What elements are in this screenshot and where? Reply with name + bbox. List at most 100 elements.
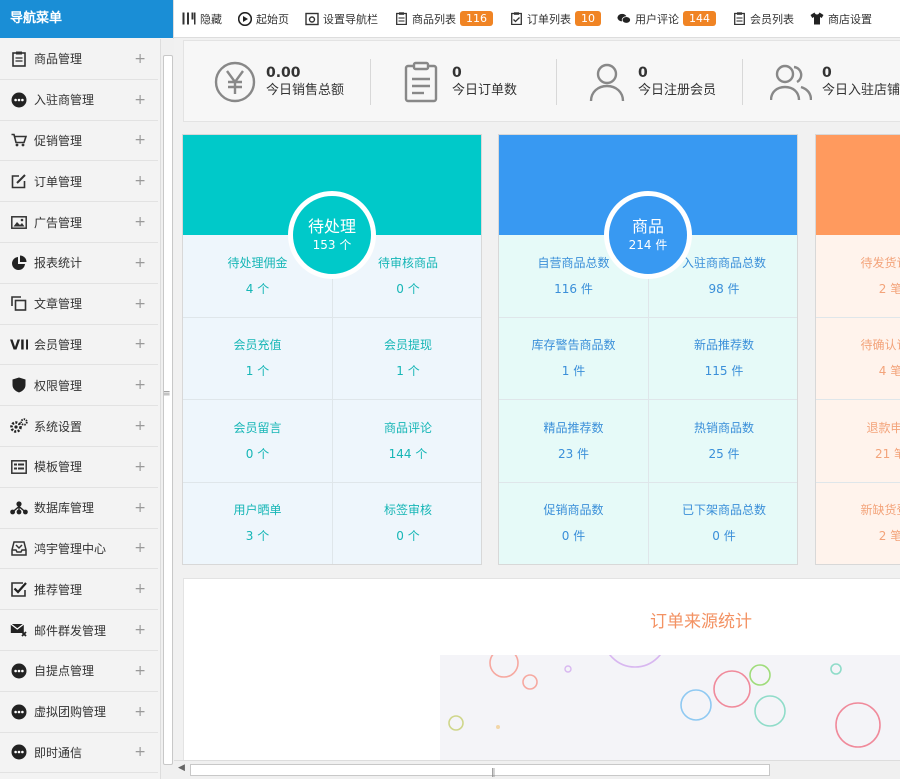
expand-plus-icon[interactable]: + — [134, 51, 146, 67]
mail-icon — [10, 621, 28, 639]
card-cell[interactable]: 标签审核 0 个 — [333, 483, 481, 565]
sidebar-item-members[interactable]: VIP 会员管理 + — [0, 325, 158, 366]
toolbar-label: 设置导航栏 — [323, 12, 378, 26]
expand-plus-icon[interactable]: + — [134, 663, 146, 679]
horizontal-scrollbar[interactable]: ◀ ‖ — [174, 760, 900, 779]
card-grid: 自营商品总数 116 件 入驻商商品总数 98 件 库存警告商品数 1 件 新品推荐数… — [499, 235, 797, 565]
card-cell[interactable]: 会员提现 1 个 — [333, 318, 481, 400]
expand-plus-icon[interactable]: + — [134, 581, 146, 597]
card-cell[interactable]: 会员留言 0 个 — [183, 400, 333, 483]
image-icon — [10, 213, 28, 231]
sidebar-item-orders[interactable]: 订单管理 + — [0, 161, 158, 203]
sidebar-item-settings[interactable]: 系统设置 + — [0, 406, 158, 447]
card-cell[interactable]: 会员充值 1 个 — [183, 317, 333, 400]
order-list-button[interactable]: 订单列表 10 — [509, 11, 601, 27]
sidebar-item-recommend[interactable]: 推荐管理 + — [0, 569, 158, 611]
today-stats-bar: 0.00 今日销售总额 0 今日订单数 0 今日注册会员 0 今日入驻店铺 — [183, 40, 900, 122]
cell-value: 4 个 — [245, 281, 270, 296]
expand-plus-icon[interactable]: + — [134, 255, 146, 271]
pending-card: 待处理 153 个 待处理佣金 4 个 待审核商品 0 个 会员充值 1 个 会员提现… — [182, 134, 482, 565]
sidebar-item-group-buy[interactable]: 虚拟团购管理 + — [0, 692, 158, 733]
horizontal-scroll-thumb[interactable]: ‖ — [190, 764, 770, 778]
pending-summary-circle[interactable]: 待处理 153 个 — [288, 191, 376, 279]
sidebar-item-label: 推荐管理 — [34, 582, 83, 597]
member-list-button[interactable]: 会员列表 — [732, 11, 794, 27]
card-cell[interactable]: 促销商品数 0 件 — [499, 482, 649, 564]
chat-bubble-icon — [10, 703, 28, 721]
sidebar-item-goods[interactable]: 商品管理 + — [0, 39, 158, 80]
vip-icon: VIP — [10, 335, 28, 353]
sidebar-item-articles[interactable]: 文章管理 + — [0, 284, 158, 325]
cell-label: 已下架商品总数 — [681, 503, 766, 518]
stat-divider — [556, 59, 557, 105]
orders-card: 待发货订单 2 笔 待确认订单 4 笔 退款申请 21 笔 新缺货登记 2 笔 — [815, 134, 900, 565]
set-nav-button[interactable]: 设置导航栏 — [305, 11, 378, 27]
card-cell[interactable]: 新缺货登记 2 笔 — [816, 483, 900, 565]
chat-bubble-icon — [10, 743, 28, 761]
list-icon — [732, 12, 746, 26]
expand-plus-icon[interactable]: + — [134, 336, 146, 352]
scroll-left-arrow-icon[interactable]: ◀ — [178, 763, 185, 773]
card-cell[interactable]: 热销商品数 25 件 — [649, 400, 797, 483]
stat-today-members: 0 今日注册会员 — [586, 59, 716, 105]
cell-label: 待发货订单 — [860, 255, 900, 270]
sidebar-scrollbar[interactable] — [160, 39, 174, 779]
sidebar-item-pickup[interactable]: 自提点管理 + — [0, 651, 158, 692]
sidebar-item-permissions[interactable]: 权限管理 + — [0, 365, 158, 407]
expand-plus-icon[interactable]: + — [134, 214, 146, 230]
card-cell[interactable]: 已下架商品总数 0 件 — [649, 483, 797, 565]
card-cell[interactable]: 待确认订单 4 笔 — [816, 318, 900, 400]
expand-plus-icon[interactable]: + — [134, 744, 146, 760]
sidebar-item-ads[interactable]: 广告管理 + — [0, 202, 158, 243]
expand-plus-icon[interactable]: + — [134, 540, 146, 556]
sidebar-scroll-thumb[interactable] — [163, 55, 173, 765]
gears-icon — [10, 417, 28, 435]
card-cell[interactable]: 用户晒单 3 个 — [183, 482, 333, 564]
sidebar-item-reports[interactable]: 报表统计 + — [0, 243, 158, 284]
card-cell[interactable]: 待发货订单 2 笔 — [816, 235, 900, 318]
goods-summary-circle[interactable]: 商品 214 件 — [604, 191, 692, 279]
expand-plus-icon[interactable]: + — [134, 296, 146, 312]
expand-plus-icon[interactable]: + — [134, 704, 146, 720]
sidebar-item-database[interactable]: 数据库管理 + — [0, 488, 158, 529]
expand-plus-icon[interactable]: + — [134, 92, 146, 108]
card-cell[interactable]: 库存警告商品数 1 件 — [499, 317, 649, 400]
cell-value: 0 件 — [561, 529, 586, 544]
comments-icon — [617, 12, 631, 26]
settings-tab-icon — [305, 12, 319, 26]
expand-plus-icon[interactable]: + — [134, 459, 146, 475]
sidebar-item-mailing[interactable]: 邮件群发管理 + — [0, 610, 158, 651]
card-cell[interactable]: 新品推荐数 115 件 — [649, 318, 797, 400]
card-cell[interactable]: 退款申请 21 笔 — [816, 400, 900, 483]
shirt-icon — [810, 12, 824, 26]
expand-plus-icon[interactable]: + — [134, 418, 146, 434]
card-cell[interactable]: 商品评论 144 个 — [333, 400, 481, 483]
sidebar-item-label: 自提点管理 — [34, 664, 95, 679]
cell-label: 待确认订单 — [860, 338, 900, 353]
expand-plus-icon[interactable]: + — [134, 500, 146, 516]
sidebar-item-merchants[interactable]: 入驻商管理 + — [0, 80, 158, 121]
expand-plus-icon[interactable]: + — [134, 132, 146, 148]
home-page-button[interactable]: 起始页 — [238, 11, 289, 27]
cell-value: 0 个 — [396, 281, 420, 296]
hide-sidebar-button[interactable]: 隐藏 — [182, 11, 222, 27]
stat-value: 0.00 — [266, 65, 301, 81]
expand-plus-icon[interactable]: + — [134, 377, 146, 393]
sidebar-item-hongyu-center[interactable]: 鸿宇管理中心 + — [0, 529, 158, 570]
expand-plus-icon[interactable]: + — [134, 173, 146, 189]
inbox-icon — [10, 539, 28, 557]
sidebar-item-label: 商品管理 — [34, 52, 83, 67]
cell-label: 库存警告商品数 — [531, 338, 616, 353]
store-settings-button[interactable]: 商店设置 — [810, 11, 872, 27]
order-count-badge: 10 — [575, 11, 601, 26]
sidebar-item-im[interactable]: 即时通信 + — [0, 733, 158, 774]
cell-value: 144 个 — [388, 446, 428, 461]
stat-value: 0 — [452, 65, 462, 81]
user-comments-button[interactable]: 用户评论 144 — [617, 11, 716, 27]
goods-list-button[interactable]: 商品列表 116 — [394, 11, 493, 27]
sidebar-item-promotion[interactable]: 促销管理 + — [0, 121, 158, 162]
card-cell[interactable]: 精品推荐数 23 件 — [499, 400, 649, 483]
expand-plus-icon[interactable]: + — [134, 622, 146, 638]
sidebar-resize-grip[interactable]: ≡ — [163, 390, 171, 399]
sidebar-item-templates[interactable]: 模板管理 + — [0, 447, 158, 488]
